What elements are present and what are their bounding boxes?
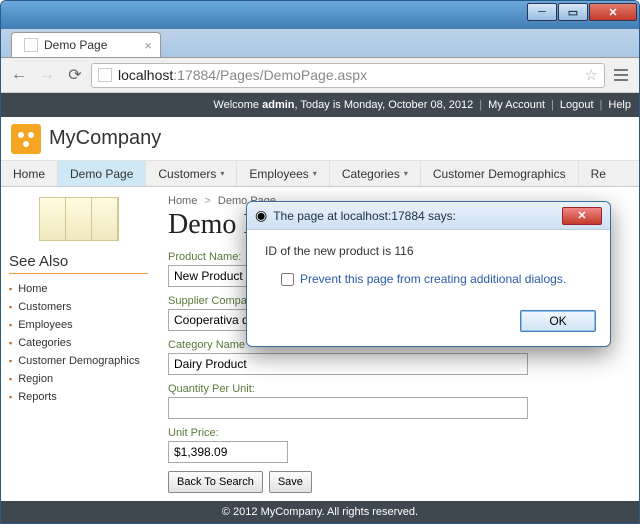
tab-strip: Demo Page ×: [1, 29, 639, 58]
url-path: /Pages/DemoPage.aspx: [216, 67, 367, 83]
prevent-dialogs-label: Prevent this page from creating addition…: [300, 272, 566, 286]
url-port: :17884: [173, 67, 216, 83]
window-minimize-button[interactable]: ─: [527, 3, 557, 21]
tab-title: Demo Page: [44, 38, 107, 52]
sidebar-item-customers[interactable]: Customers: [9, 298, 148, 316]
menu-categories[interactable]: Categories▾: [330, 161, 421, 186]
unit-price-input[interactable]: [168, 441, 288, 463]
sidebar-item-employees[interactable]: Employees: [9, 316, 148, 334]
sidebar-item-reports[interactable]: Reports: [9, 388, 148, 406]
alert-footer: OK: [247, 300, 610, 346]
js-alert-dialog: ◉ The page at localhost:17884 says: ✕ ID…: [246, 201, 611, 347]
menu-customers[interactable]: Customers▾: [146, 161, 237, 186]
back-to-search-button[interactable]: Back To Search: [168, 471, 263, 493]
alert-body: ID of the new product is 116 Prevent thi…: [247, 230, 610, 300]
quantity-input[interactable]: [168, 397, 528, 419]
account-bar: Welcome admin, Today is Monday, October …: [1, 93, 639, 117]
save-button[interactable]: Save: [269, 471, 312, 493]
tab-favicon-icon: [24, 38, 38, 52]
alert-titlebar: ◉ The page at localhost:17884 says: ✕: [247, 202, 610, 230]
menu-home[interactable]: Home: [1, 161, 58, 186]
chrome-icon: ◉: [255, 207, 267, 224]
sidebar-heading: See Also: [9, 253, 148, 274]
forward-button[interactable]: →: [35, 63, 59, 87]
sidebar: See Also Home Customers Employees Catego…: [1, 187, 156, 501]
quantity-label: Quantity Per Unit:: [168, 383, 627, 395]
alert-message: ID of the new product is 116: [265, 244, 592, 258]
menu-employees[interactable]: Employees▾: [237, 161, 329, 186]
my-account-link[interactable]: My Account: [488, 99, 545, 111]
breadcrumb-home[interactable]: Home: [168, 195, 197, 207]
window-close-button[interactable]: ✕: [589, 3, 637, 21]
menu-demo-page[interactable]: Demo Page: [58, 161, 146, 186]
company-logo-icon: [11, 124, 41, 154]
address-bar[interactable]: localhost:17884/Pages/DemoPage.aspx ☆: [91, 63, 605, 88]
window-maximize-button[interactable]: ▭: [558, 3, 588, 21]
chevron-down-icon: ▾: [220, 169, 224, 178]
browser-toolbar: ← → ⟳ localhost:17884/Pages/DemoPage.asp…: [1, 58, 639, 93]
main-menu: Home Demo Page Customers▾ Employees▾ Cat…: [1, 161, 639, 187]
alert-title-text: The page at localhost:17884 says:: [273, 209, 562, 223]
browser-tab[interactable]: Demo Page ×: [11, 32, 161, 57]
chevron-down-icon: ▾: [404, 169, 408, 178]
sidebar-list: Home Customers Employees Categories Cust…: [9, 280, 148, 406]
site-favicon-icon: [98, 68, 112, 82]
sidebar-item-categories[interactable]: Categories: [9, 334, 148, 352]
window-titlebar: ─ ▭ ✕: [1, 1, 639, 29]
tab-close-icon[interactable]: ×: [144, 38, 152, 53]
chevron-down-icon: ▾: [313, 169, 317, 178]
company-name: MyCompany: [49, 127, 161, 150]
sidebar-item-home[interactable]: Home: [9, 280, 148, 298]
bookmark-star-icon[interactable]: ☆: [585, 66, 598, 84]
page-footer: © 2012 MyCompany. All rights reserved.: [1, 501, 639, 523]
reload-button[interactable]: ⟳: [63, 63, 87, 87]
menu-regions-truncated[interactable]: Re: [579, 161, 618, 186]
brand-bar: MyCompany: [1, 117, 639, 161]
welcome-text: Welcome admin, Today is Monday, October …: [213, 99, 473, 111]
browser-window: ─ ▭ ✕ Demo Page × ← → ⟳ localhost:17884/…: [0, 0, 640, 524]
menu-customer-demographics[interactable]: Customer Demographics: [421, 161, 579, 186]
category-input[interactable]: [168, 353, 528, 375]
prevent-dialogs-checkbox[interactable]: Prevent this page from creating addition…: [281, 272, 592, 286]
back-button[interactable]: ←: [7, 63, 31, 87]
help-link[interactable]: Help: [608, 99, 631, 111]
logout-link[interactable]: Logout: [560, 99, 594, 111]
url-host: localhost: [118, 67, 173, 83]
unit-price-label: Unit Price:: [168, 427, 627, 439]
alert-close-button[interactable]: ✕: [562, 207, 602, 225]
alert-ok-button[interactable]: OK: [520, 310, 596, 332]
prevent-dialogs-input[interactable]: [281, 273, 294, 286]
new-tab-button[interactable]: [167, 34, 189, 54]
browser-menu-button[interactable]: [609, 63, 633, 87]
sidebar-thumbnail-icon: [39, 197, 119, 241]
sidebar-item-region[interactable]: Region: [9, 370, 148, 388]
sidebar-item-customer-demographics[interactable]: Customer Demographics: [9, 352, 148, 370]
